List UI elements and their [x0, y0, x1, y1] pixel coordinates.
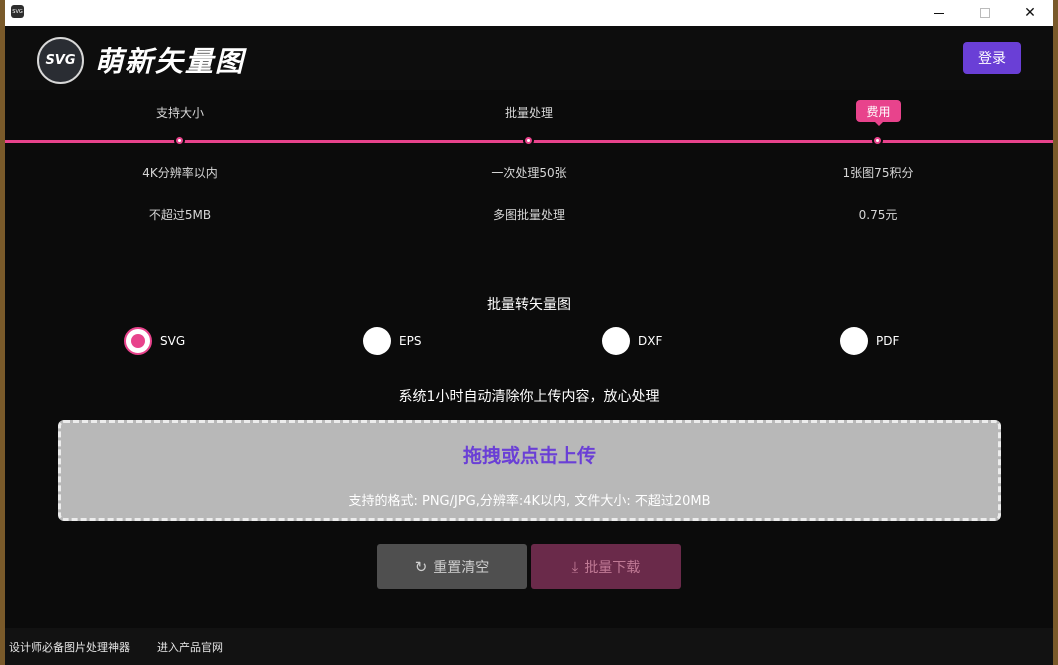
privacy-notice: 系统1小时自动清除你上传内容，放心处理: [398, 389, 660, 405]
info-value: 多图批量处理: [492, 208, 565, 222]
info-value: 4K分辨率以内: [142, 166, 218, 180]
convert-title: 批量转矢量图: [487, 297, 571, 313]
timeline-dot: [872, 135, 883, 146]
info-value: 一次处理50张: [491, 166, 567, 180]
radio-unchecked-icon: [602, 327, 630, 355]
fee-badge: 费用: [856, 100, 901, 126]
maximize-button[interactable]: [962, 0, 1008, 26]
app-icon: SVG: [11, 5, 24, 18]
radio-unchecked-icon: [840, 327, 868, 355]
info-heading: 支持大小: [155, 106, 204, 120]
minimize-button[interactable]: [916, 0, 962, 26]
info-value: 0.75元: [858, 208, 898, 222]
format-radio-svg[interactable]: SVG: [124, 327, 185, 355]
format-radio-eps[interactable]: EPS: [363, 327, 421, 355]
title-bar: SVG ✕: [5, 0, 1053, 26]
radio-checked-icon: [124, 327, 152, 355]
batch-download-button[interactable]: ⤓ 批量下载: [531, 544, 681, 589]
timeline-dot: [523, 135, 534, 146]
login-button[interactable]: 登录: [963, 42, 1021, 74]
upload-dropzone[interactable]: 拖拽或点击上传 支持的格式: PNG/JPG,分辨率:4K以内, 文件大小: 不…: [58, 420, 1001, 521]
format-radio-dxf[interactable]: DXF: [602, 327, 662, 355]
plan-info: 支持大小 4K分辨率以内 不超过5MB 批量处理 一次处理50张 多图批量处理 …: [5, 90, 1053, 250]
upload-title: 拖拽或点击上传: [462, 445, 596, 467]
format-label: DXF: [638, 334, 663, 348]
timeline-dot: [174, 135, 185, 146]
app-header: SVG 萌新矢量图 登录: [5, 26, 1053, 90]
upload-hint: 支持的格式: PNG/JPG,分辨率:4K以内, 文件大小: 不超过20MB: [348, 494, 711, 509]
app-name: 萌新矢量图: [95, 45, 246, 78]
footer: 设计师必备图片处理神器 进入产品官网: [5, 628, 1053, 665]
download-label: 批量下载: [584, 559, 641, 576]
refresh-icon: ↻: [414, 557, 428, 576]
reset-button[interactable]: ↻ 重置清空: [377, 544, 527, 589]
logo-icon: SVG: [37, 37, 84, 84]
download-icon: ⤓: [571, 557, 579, 576]
info-heading: 批量处理: [504, 106, 553, 120]
info-value: 1张图75积分: [842, 166, 914, 180]
info-value: 不超过5MB: [148, 208, 212, 222]
format-label: SVG: [160, 334, 186, 348]
close-icon: ✕: [1024, 5, 1036, 21]
app-window: SVG ✕ SVG 萌新矢量图 登录 支持大小 4K分辨率以内 不超过5MB 批…: [5, 0, 1053, 665]
maximize-icon: [980, 8, 990, 18]
footer-link-tagline[interactable]: 设计师必备图片处理神器: [9, 639, 130, 655]
format-label: EPS: [399, 334, 422, 348]
format-radio-pdf[interactable]: PDF: [840, 327, 899, 355]
minimize-icon: [934, 12, 944, 14]
format-label: PDF: [876, 334, 900, 348]
radio-unchecked-icon: [363, 327, 391, 355]
close-button[interactable]: ✕: [1007, 0, 1053, 26]
reset-label: 重置清空: [433, 559, 490, 576]
footer-link-website[interactable]: 进入产品官网: [157, 639, 223, 655]
